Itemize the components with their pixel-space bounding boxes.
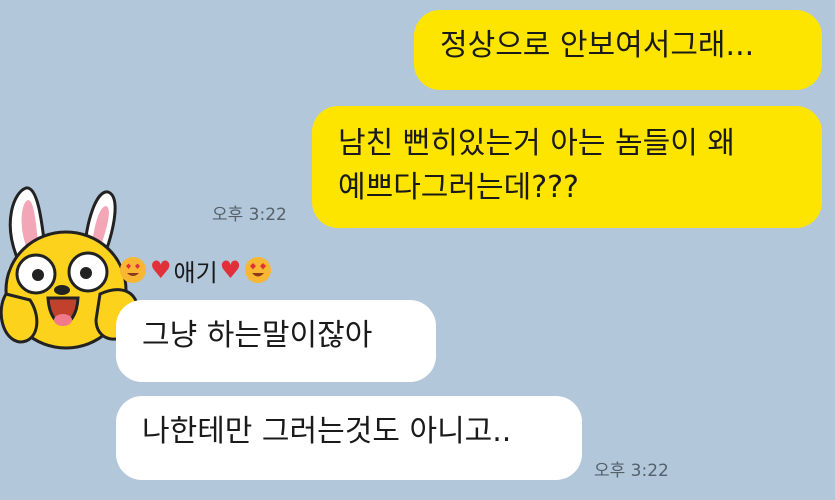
sender-name-row: ♥ 애기 ♥ [118,252,273,288]
incoming-message-bubble[interactable]: 나한테만 그러는것도 아니고.. [116,396,582,480]
message-timestamp: 오후 3:22 [594,461,669,481]
outgoing-message-bubble[interactable]: 남친 뻔히있는거 아는 놈들이 왜 예쁘다그러는데??? [312,106,822,228]
heart-eyes-emoji-icon [245,257,272,283]
sender-name: 애기 [173,258,218,287]
message-text: 정상으로 안보여서그래... [440,28,755,63]
outgoing-message-bubble[interactable]: 정상으로 안보여서그래... [414,10,822,90]
incoming-message-bubble[interactable]: 그냥 하는말이잖아 [116,300,436,382]
message-text: 그냥 하는말이잖아 [142,318,373,353]
message-text-line: 남친 뻔히있는거 아는 놈들이 왜 [338,126,735,161]
red-heart-icon: ♥ [219,256,242,284]
message-text-line: 예쁘다그러는데??? [338,170,579,205]
message-timestamp: 오후 3:22 [212,205,287,225]
red-heart-icon: ♥ [150,256,172,284]
message-text: 나한테만 그러는것도 아니고.. [142,414,512,449]
heart-eyes-emoji-icon [120,257,146,283]
